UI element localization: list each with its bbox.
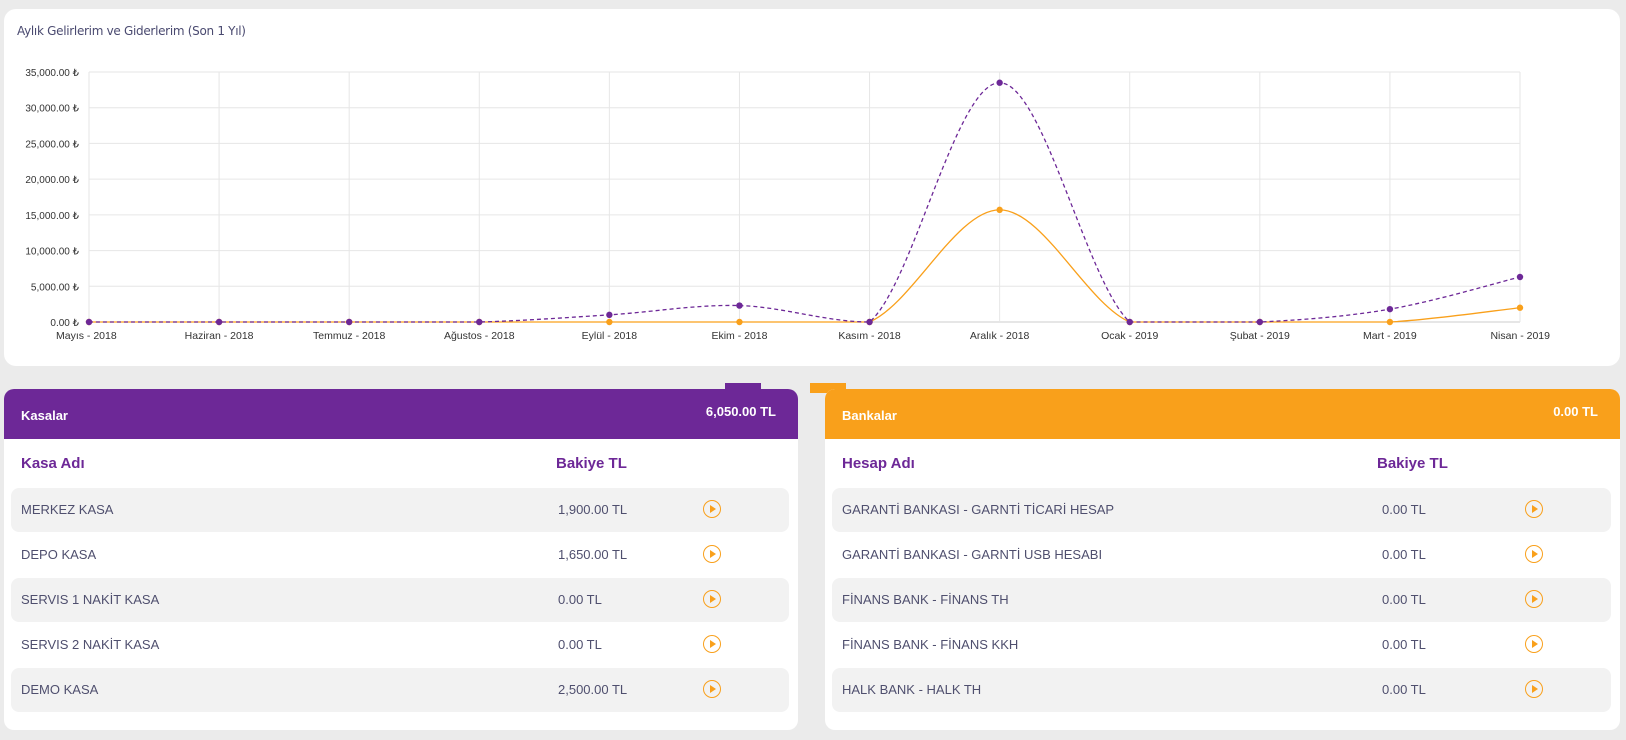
table-row: SERVIS 2 NAKİT KASA 0.00 TL: [11, 623, 789, 667]
table-row: FİNANS BANK - FİNANS KKH 0.00 TL: [832, 623, 1611, 667]
hesap-name-column-header: Hesap Adı: [842, 455, 915, 472]
hesap-balance-column-header: Bakiye TL: [1377, 455, 1448, 472]
data-point[interactable]: [736, 302, 743, 309]
table-row: GARANTİ BANKASI - GARNTİ USB HESABI 0.00 …: [832, 533, 1611, 577]
play-circle-icon[interactable]: [703, 545, 721, 563]
series-line: [89, 209, 1521, 323]
row-balance: 1,650.00 TL: [558, 547, 628, 562]
x-tick-label: Ağustos - 2018: [444, 330, 515, 342]
kasa-name-column-header: Kasa Adı: [21, 455, 85, 472]
row-name: DEPO KASA: [21, 547, 97, 562]
play-circle-icon[interactable]: [1525, 635, 1543, 653]
play-circle-icon[interactable]: [1525, 545, 1543, 563]
data-point[interactable]: [996, 206, 1003, 214]
x-tick-label: Aralık - 2018: [970, 330, 1030, 342]
data-point[interactable]: [1516, 273, 1524, 281]
x-tick-label: Nisan - 2019: [1490, 330, 1550, 342]
y-tick-label: 0.00 ₺: [50, 318, 79, 329]
kasalar-total: 6,050.00 TL: [705, 404, 776, 419]
play-circle-icon[interactable]: [703, 590, 721, 608]
row-balance: 0.00 TL: [1382, 547, 1426, 562]
y-tick-label: 30,000.00 ₺: [25, 104, 79, 115]
data-point[interactable]: [1386, 305, 1394, 313]
bankalar-total: 0.00 TL: [1553, 404, 1598, 419]
row-balance: 2,500.00 TL: [558, 682, 628, 697]
banka-list: GARANTİ BANKASI - GARNTİ TİCARİ HESAP 0.0…: [832, 488, 1611, 713]
table-row: GARANTİ BANKASI - GARNTİ TİCARİ HESAP 0.0…: [832, 488, 1611, 532]
y-tick-label: 25,000.00 ₺: [25, 139, 79, 150]
x-tick-label: Mayıs - 2018: [56, 330, 117, 342]
kasalar-panel: Kasalar 6,050.00 TL Kasa Adı Bakiye TL M…: [4, 389, 798, 730]
play-circle-icon[interactable]: [1525, 590, 1543, 608]
bankalar-title: Bankalar: [842, 408, 897, 423]
play-circle-icon[interactable]: [703, 635, 721, 653]
kasa-list: MERKEZ KASA 1,900.00 TL DEPO KASA 1,650.00 …: [11, 488, 789, 713]
data-point[interactable]: [736, 318, 743, 326]
x-tick-label: Temmuz - 2018: [313, 330, 386, 342]
y-tick-label: 15,000.00 ₺: [25, 211, 79, 222]
play-circle-icon[interactable]: [1525, 500, 1543, 518]
x-tick-label: Eylül - 2018: [582, 330, 638, 342]
data-point[interactable]: [1386, 318, 1394, 326]
row-name: MERKEZ KASA: [21, 502, 114, 517]
play-circle-icon[interactable]: [703, 500, 721, 518]
play-circle-icon[interactable]: [703, 680, 721, 698]
x-tick-label: Ocak - 2019: [1101, 330, 1158, 342]
data-point[interactable]: [996, 79, 1003, 86]
chart-card: Aylık Gelirlerim ve Giderlerim (Son 1 Yı…: [4, 9, 1620, 366]
row-balance: 1,900.00 TL: [558, 502, 628, 517]
data-point[interactable]: [1126, 318, 1133, 326]
data-point[interactable]: [606, 311, 613, 319]
row-name: FİNANS BANK - FİNANS TH: [842, 592, 1009, 607]
row-name: HALK BANK - HALK TH: [842, 682, 982, 697]
data-point[interactable]: [476, 318, 483, 326]
data-point[interactable]: [1516, 304, 1524, 311]
data-point[interactable]: [215, 318, 223, 326]
table-row: MERKEZ KASA 1,900.00 TL: [11, 488, 789, 532]
x-tick-label: Haziran - 2018: [185, 330, 254, 342]
play-circle-icon[interactable]: [1525, 680, 1543, 698]
y-tick-label: 35,000.00 ₺: [25, 68, 79, 79]
row-name: SERVIS 2 NAKİT KASA: [21, 637, 160, 652]
row-name: GARANTİ BANKASI - GARNTİ USB HESABI: [842, 547, 1103, 562]
row-balance: 0.00 TL: [1382, 682, 1426, 697]
table-row: DEMO KASA 2,500.00 TL: [11, 668, 789, 712]
bankalar-header: Bankalar 0.00 TL: [825, 389, 1620, 439]
table-row: SERVIS 1 NAKİT KASA 0.00 TL: [11, 578, 789, 622]
kasalar-title: Kasalar: [21, 408, 68, 423]
row-balance: 0.00 TL: [1382, 637, 1426, 652]
x-tick-label: Mart - 2019: [1363, 330, 1417, 342]
row-balance: 0.00 TL: [558, 592, 602, 607]
y-tick-label: 5,000.00 ₺: [31, 282, 80, 293]
y-tick-label: 10,000.00 ₺: [25, 247, 79, 258]
row-balance: 0.00 TL: [1382, 502, 1426, 517]
x-tick-label: Kasım - 2018: [838, 330, 901, 342]
x-tick-label: Şubat - 2019: [1230, 330, 1290, 342]
x-tick-label: Ekim - 2018: [711, 330, 767, 342]
bankalar-panel: Bankalar 0.00 TL Hesap Adı Bakiye TL GAR…: [825, 389, 1620, 730]
row-balance: 0.00 TL: [1382, 592, 1426, 607]
table-row: DEPO KASA 1,650.00 TL: [11, 533, 789, 577]
data-point[interactable]: [606, 318, 613, 326]
y-tick-label: 20,000.00 ₺: [25, 175, 79, 186]
row-name: GARANTİ BANKASI - GARNTİ TİCARİ HESAP: [842, 502, 1115, 517]
row-name: FİNANS BANK - FİNANS KKH: [842, 637, 1019, 652]
kasalar-header: Kasalar 6,050.00 TL: [4, 389, 798, 439]
table-row: FİNANS BANK - FİNANS TH 0.00 TL: [832, 578, 1611, 622]
table-row: HALK BANK - HALK TH 0.00 TL: [832, 668, 1611, 712]
data-point[interactable]: [866, 318, 873, 326]
line-chart: 0.00 ₺ 5,000.00 ₺ 10,000.00 ₺ 15,000.00 ₺ 20…: [25, 68, 1550, 342]
row-name: SERVIS 1 NAKİT KASA: [21, 592, 160, 607]
row-balance: 0.00 TL: [558, 637, 602, 652]
row-name: DEMO KASA: [21, 682, 99, 697]
kasa-balance-column-header: Bakiye TL: [556, 455, 627, 472]
data-point[interactable]: [85, 318, 93, 326]
data-point[interactable]: [345, 318, 353, 326]
data-point[interactable]: [1256, 318, 1264, 326]
